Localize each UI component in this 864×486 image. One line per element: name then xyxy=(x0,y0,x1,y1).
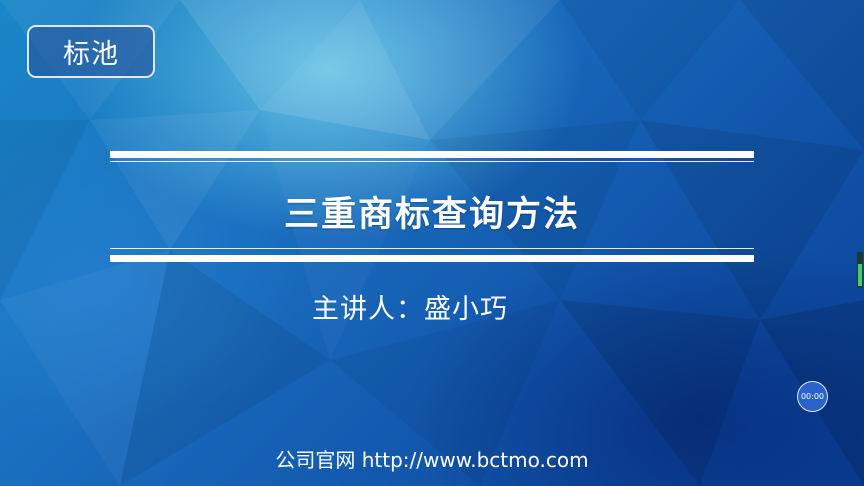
presenter-name: 主讲人：盛小巧 xyxy=(312,294,508,325)
slide-title: 三重商标查询方法 xyxy=(283,195,580,235)
title-top-rule xyxy=(110,151,754,158)
title-bottom-rule xyxy=(110,255,754,262)
brand-badge: 标池 xyxy=(27,25,155,78)
title-top-hairline xyxy=(110,161,754,162)
volume-level-fill xyxy=(858,264,862,286)
playback-timer-button[interactable]: 00:00 xyxy=(797,381,828,412)
brand-label: 标池 xyxy=(63,39,119,70)
volume-level-indicator[interactable] xyxy=(857,252,863,288)
title-bottom-hairline xyxy=(110,248,754,249)
company-website: 公司官网 http://www.bctmo.com xyxy=(275,448,589,472)
slide-canvas: 标池 三重商标查询方法 主讲人：盛小巧 公司官网 http://www.bctm… xyxy=(0,0,864,486)
